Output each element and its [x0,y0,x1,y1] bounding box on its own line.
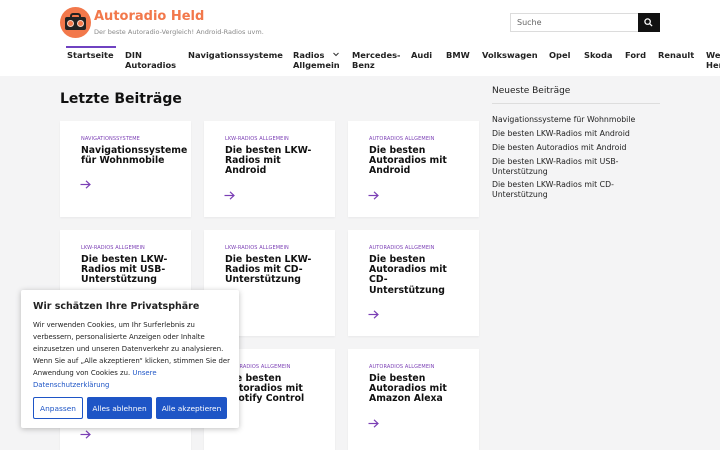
post-category[interactable]: AUTORADIOS ALLGEMEIN [369,364,435,370]
nav-item-renault[interactable]: Renault [658,46,694,76]
sidebar-link[interactable]: Die besten Autoradios mit Android [492,143,642,153]
nav-item-startseite[interactable]: Startseite [66,46,116,76]
search-form [510,13,660,32]
page-title: Letzte Beiträge [60,91,182,107]
post-title[interactable]: Die besten LKW-Radios mit CD-Unterstützu… [225,254,320,286]
post-category[interactable]: LKW-RADIOS ALLGEMEIN [225,245,289,251]
sidebar-link[interactable]: Die besten LKW-Radios mit Android [492,129,642,139]
nav-item-radios-allgemein[interactable]: Radios Allgemein [293,46,340,76]
post-category[interactable]: NAVIGATIONSSYSTEME [81,136,140,142]
main-navigation: Startseite DIN Autoradios Navigationssys… [0,46,720,76]
nav-item-ford[interactable]: Ford [625,46,646,76]
sidebar-link[interactable]: Die besten LKW-Radios mit CD-Unterstützu… [492,180,622,199]
search-button[interactable] [638,13,660,32]
arrow-right-icon[interactable] [80,180,91,189]
sidebar-link[interactable]: Die besten LKW-Radios mit USB-Unterstütz… [492,157,622,176]
cookie-text: Wir verwenden Cookies, um Ihr Surferlebn… [33,319,233,391]
site-title[interactable]: Autoradio Held [94,9,204,24]
nav-item-navigationssysteme[interactable]: Navigationssysteme [188,46,283,76]
nav-item-skoda[interactable]: Skoda [584,46,613,76]
chevron-down-icon[interactable] [333,52,339,57]
post-title[interactable]: Die besten Autoradios mit CD-Unterstützu… [369,254,454,296]
post-title[interactable]: Die besten Autoradios mit Android [369,145,454,177]
arrow-right-icon[interactable] [368,419,379,428]
arrow-right-icon[interactable] [368,310,379,319]
post-category[interactable]: LKW-RADIOS ALLGEMEIN [225,136,289,142]
sidebar-link[interactable]: Navigationssysteme für Wohnmobile [492,115,642,125]
customize-button[interactable]: Anpassen [33,397,83,419]
radio-logo-icon[interactable] [60,7,91,38]
post-title[interactable]: Die besten LKW-Radios mit USB-Unterstütz… [81,254,176,286]
arrow-right-icon[interactable] [368,191,379,200]
nav-item-volkswagen[interactable]: Volkswagen [482,46,538,76]
post-card[interactable]: AUTORADIOS ALLGEMEIN Die besten Autoradi… [348,121,479,217]
sidebar-title: Neueste Beiträge [492,86,571,96]
site-header: Autoradio Held Der beste Autoradio-Vergl… [0,0,720,46]
search-input[interactable] [510,13,638,32]
post-category[interactable]: AUTORADIOS ALLGEMEIN [369,136,435,142]
nav-item-opel[interactable]: Opel [549,46,570,76]
post-card[interactable]: AUTORADIOS ALLGEMEIN Die besten Autoradi… [348,230,479,336]
nav-item-bmw[interactable]: BMW [446,46,470,76]
post-card[interactable]: AUTORADIOS ALLGEMEIN Die besten Autoradi… [348,349,479,450]
post-title[interactable]: Navigationssysteme für Wohnmobile [81,145,193,166]
nav-item-audi[interactable]: Audi [411,46,432,76]
cookie-consent-banner: Wir schätzen Ihre Privatsphäre Wir verwe… [21,290,239,428]
post-card[interactable]: NAVIGATIONSSYSTEME Navigationssysteme fü… [60,121,191,217]
post-title[interactable]: Die besten Autoradios mit Spotify Contro… [225,373,325,405]
nav-item-din-autoradios[interactable]: DIN Autoradios [125,46,177,76]
nav-item-weitere-hersteller[interactable]: Weitere Hersteller [706,46,720,76]
search-icon [644,18,653,27]
accept-all-button[interactable]: Alle akzeptieren [156,397,227,419]
post-card[interactable]: LKW-RADIOS ALLGEMEIN Die besten LKW-Radi… [204,121,335,217]
reject-all-button[interactable]: Alles ablehnen [87,397,152,419]
sidebar-divider [492,103,660,104]
post-category[interactable]: AUTORADIOS ALLGEMEIN [369,245,435,251]
nav-item-mercedes-benz[interactable]: Mercedes-Benz [352,46,402,76]
post-category[interactable]: LKW-RADIOS ALLGEMEIN [81,245,145,251]
arrow-right-icon[interactable] [224,191,235,200]
site-tagline: Der beste Autoradio-Vergleich! Android-R… [94,28,264,36]
arrow-right-icon[interactable] [80,430,91,439]
post-title[interactable]: Die besten LKW-Radios mit Android [225,145,320,177]
cookie-title: Wir schätzen Ihre Privatsphäre [33,301,200,312]
post-title[interactable]: Die besten Autoradios mit Amazon Alexa [369,373,464,405]
